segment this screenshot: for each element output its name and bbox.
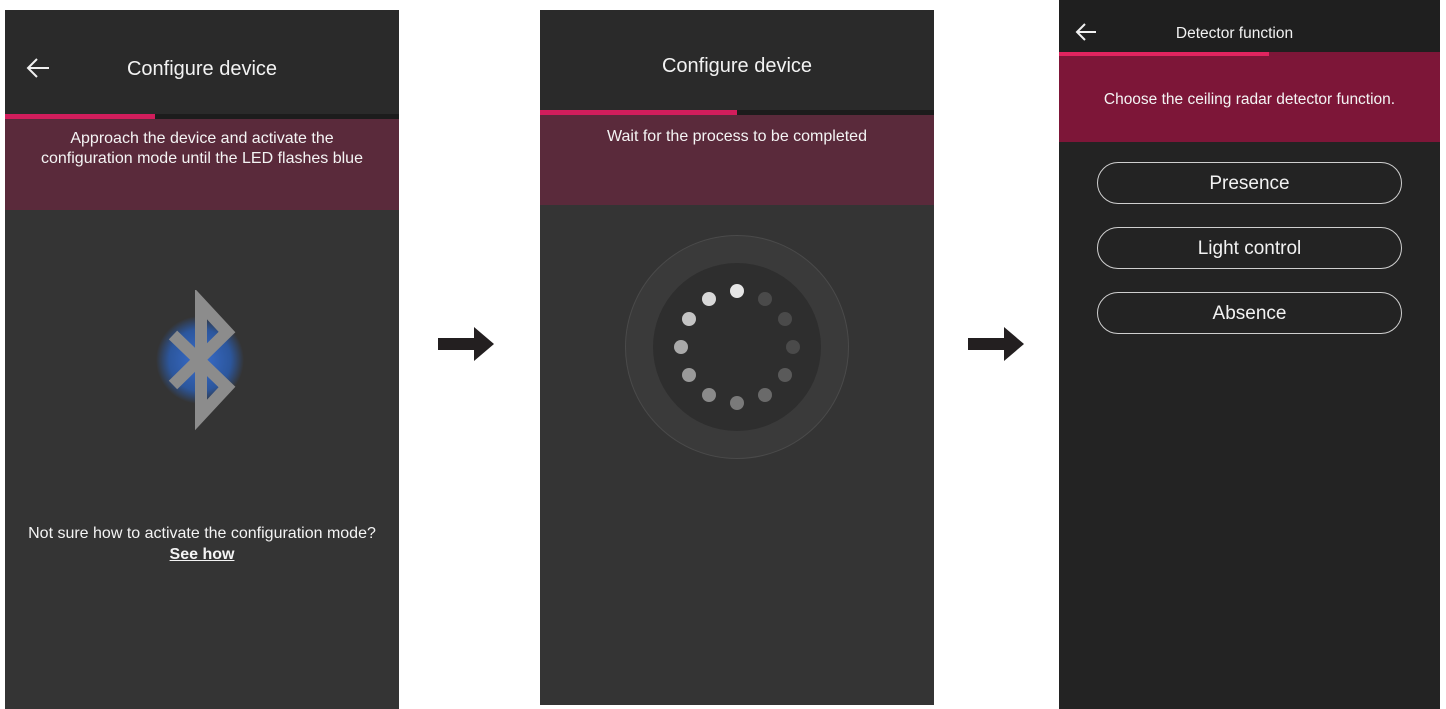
instruction-text: Choose the ceiling radar detector functi… xyxy=(1103,91,1396,108)
page-title: Detector function xyxy=(1175,25,1294,42)
spinner-dot xyxy=(674,340,688,354)
instruction-line-1: Approach the device and activate the xyxy=(70,130,334,147)
page-title: Configure device xyxy=(661,55,813,77)
option-light-control-button[interactable]: Light control xyxy=(1097,227,1402,269)
loading-spinner-icon xyxy=(625,235,849,459)
spinner-dot xyxy=(681,368,696,382)
spinner-dot xyxy=(681,312,696,326)
spinner-dot xyxy=(730,284,744,298)
spinner-dot xyxy=(702,291,716,306)
app-header: Configure device xyxy=(540,10,934,110)
flow-arrow-icon xyxy=(968,327,1024,361)
bluetooth-icon xyxy=(156,290,244,431)
configure-device-screen: Configure device Approach the device and… xyxy=(5,10,399,709)
option-absence-button[interactable]: Absence xyxy=(1097,292,1402,334)
configuring-screen: Configure device Wait for the process to… xyxy=(540,10,934,705)
instruction-banner: Approach the device and activate the con… xyxy=(5,119,399,210)
spinner-dot xyxy=(758,291,772,306)
app-header: Configure device xyxy=(5,10,399,114)
flow-arrow-icon xyxy=(438,327,494,361)
option-presence-button[interactable]: Presence xyxy=(1097,162,1402,204)
see-how-link[interactable]: See how xyxy=(170,546,235,563)
help-text: Not sure how to activate the configurati… xyxy=(15,523,389,565)
spinner-dot xyxy=(786,340,800,354)
spinner-dot xyxy=(730,396,744,410)
page-title: Configure device xyxy=(126,58,278,80)
help-text-body: Not sure how to activate the configurati… xyxy=(28,525,376,542)
instruction-banner: Wait for the process to be completed xyxy=(540,115,934,205)
instruction-line-2: configuration mode until the LED flashes… xyxy=(41,150,363,167)
app-header: Detector function xyxy=(1059,0,1440,52)
instruction-banner: Choose the ceiling radar detector functi… xyxy=(1059,56,1440,142)
detector-function-screen: Detector function Choose the ceiling rad… xyxy=(1059,0,1440,709)
instruction-text: Wait for the process to be completed xyxy=(607,128,867,145)
